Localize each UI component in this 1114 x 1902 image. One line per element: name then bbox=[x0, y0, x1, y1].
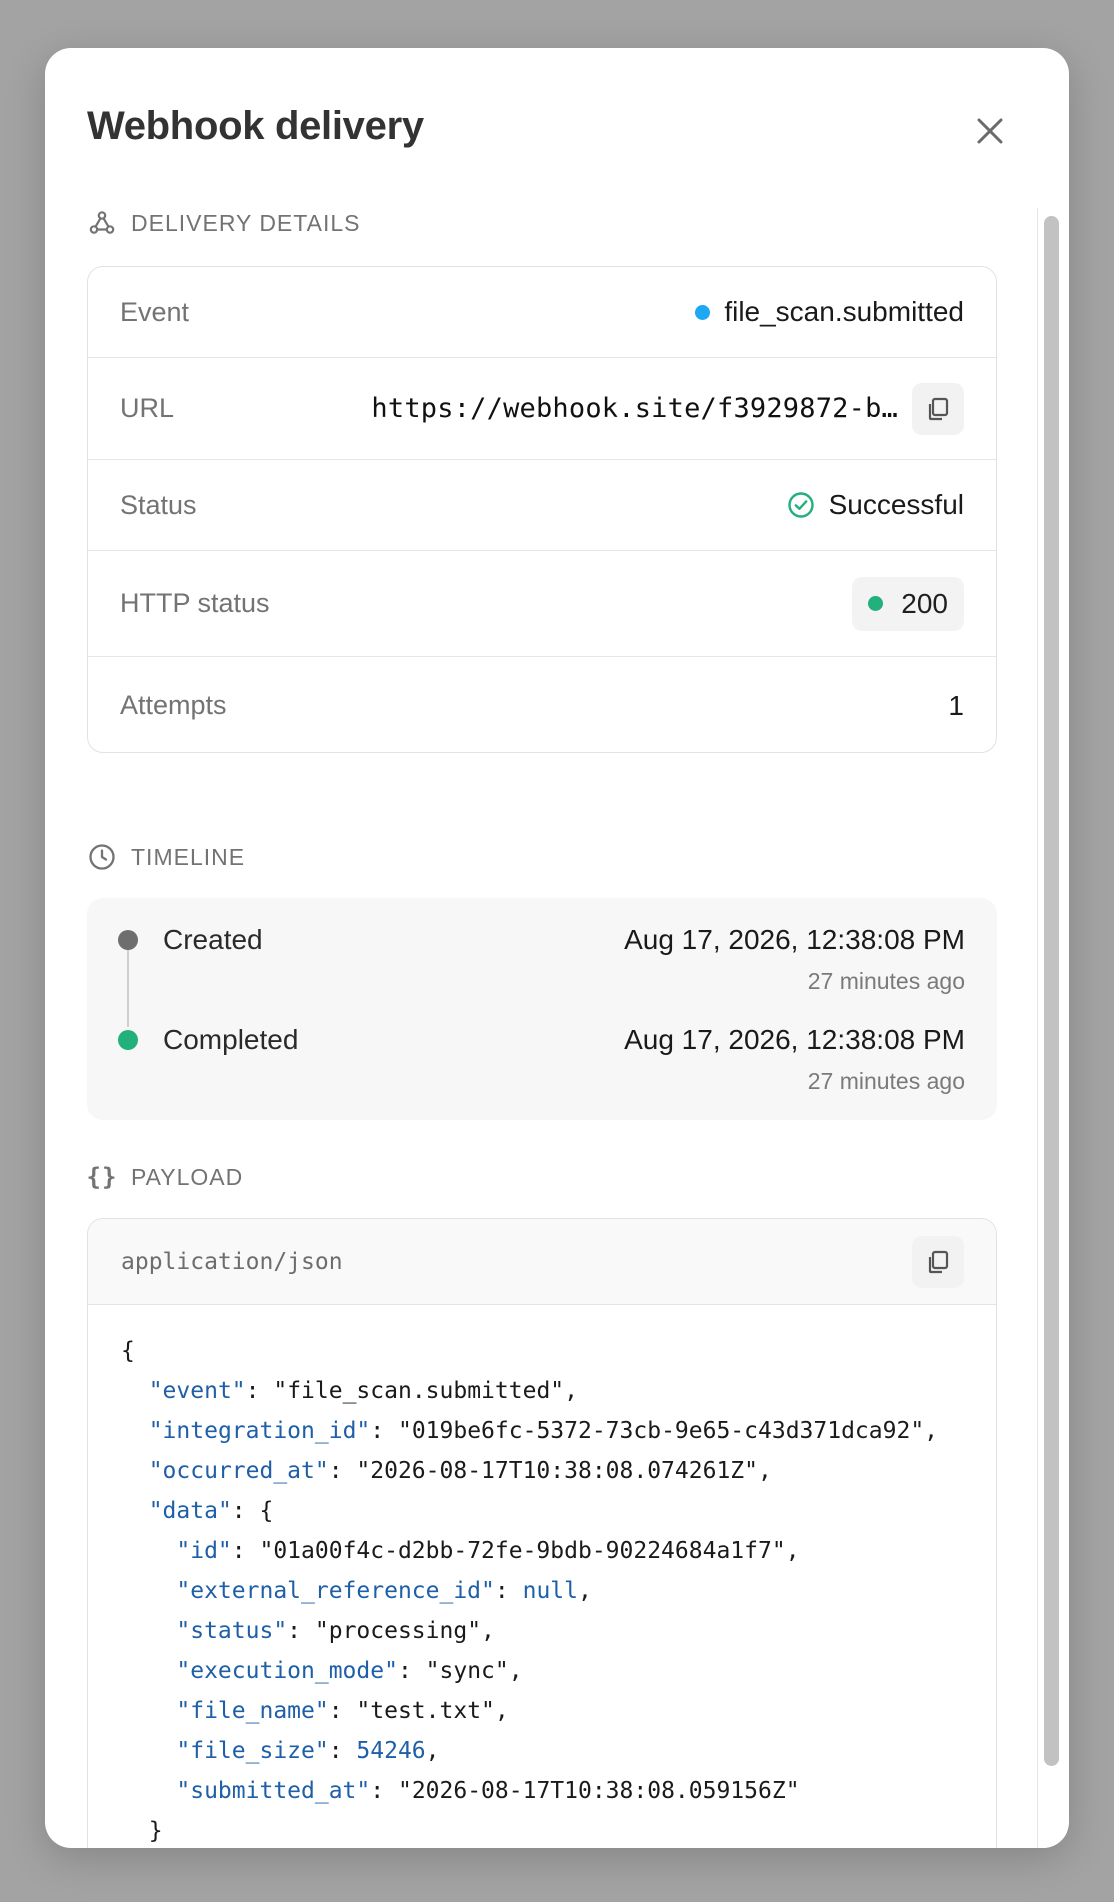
json-key: "external_reference_id" bbox=[176, 1578, 495, 1604]
url-text: https://webhook.site/f3929872-b… bbox=[371, 393, 898, 424]
json-key: "occurred_at" bbox=[148, 1458, 329, 1484]
json-brace: { bbox=[121, 1338, 135, 1364]
braces-icon: {} bbox=[86, 1163, 118, 1191]
delivery-details-card: Event file_scan.submitted URL https://we… bbox=[87, 266, 997, 753]
copy-icon bbox=[928, 397, 949, 420]
event-dot-icon bbox=[695, 304, 711, 320]
http-status-badge: 200 bbox=[852, 576, 964, 631]
json-value: "019be6fc-5372-73cb-9e65-c43d371dca92" bbox=[397, 1418, 925, 1444]
event-value: file_scan.submitted bbox=[695, 296, 964, 328]
clock-icon bbox=[87, 842, 117, 872]
url-value: https://webhook.site/f3929872-b… bbox=[371, 382, 964, 435]
webhook-delivery-modal: Webhook delivery DELIVERY DETAILS Event … bbox=[45, 48, 1069, 1848]
status-text: Successful bbox=[828, 489, 964, 520]
json-key: "submitted_at" bbox=[176, 1778, 371, 1804]
payload-json: { "event": "file_scan.submitted", "integ… bbox=[121, 1338, 939, 1844]
json-value: null bbox=[522, 1578, 578, 1604]
copy-url-button[interactable] bbox=[912, 382, 964, 435]
close-icon bbox=[977, 118, 1003, 144]
payload-toolbar: application/json bbox=[88, 1219, 996, 1305]
check-circle-icon bbox=[787, 492, 814, 518]
json-value: "2026-08-17T10:38:08.074261Z" bbox=[356, 1458, 758, 1484]
timeline-box: Created Aug 17, 2026, 12:38:08 PM 27 min… bbox=[87, 898, 997, 1120]
json-key: "status" bbox=[176, 1618, 288, 1644]
scrollbar-thumb[interactable] bbox=[1044, 216, 1059, 1766]
json-value: "test.txt" bbox=[356, 1698, 495, 1724]
detail-label: Status bbox=[120, 489, 197, 520]
payload-card: application/json { "event": "file_scan.s… bbox=[87, 1218, 997, 1848]
detail-row-event: Event file_scan.submitted bbox=[88, 267, 996, 358]
json-key: "data" bbox=[148, 1498, 232, 1524]
http-status-code: 200 bbox=[901, 587, 948, 619]
json-value: "01a00f4c-d2bb-72fe-9bdb-90224684a1f7" bbox=[259, 1538, 786, 1564]
json-key: "file_name" bbox=[176, 1698, 329, 1724]
json-value: 54246 bbox=[356, 1738, 426, 1764]
status-value: Successful bbox=[787, 489, 964, 521]
close-button[interactable] bbox=[965, 106, 1015, 156]
json-value: "2026-08-17T10:38:08.059156Z" bbox=[397, 1778, 800, 1804]
detail-row-attempts: Attempts 1 bbox=[88, 657, 996, 752]
status-dot-icon bbox=[868, 596, 884, 611]
timeline-relative: 27 minutes ago bbox=[807, 968, 965, 994]
json-brace: } bbox=[148, 1818, 163, 1844]
section-payload: {} PAYLOAD bbox=[87, 1160, 243, 1194]
timeline-label: Created bbox=[163, 924, 263, 955]
timeline-connector bbox=[127, 945, 129, 1027]
section-title: TIMELINE bbox=[131, 843, 246, 870]
detail-label: Attempts bbox=[120, 690, 227, 720]
json-value: "processing" bbox=[314, 1618, 482, 1644]
detail-row-status: Status Successful bbox=[88, 460, 996, 551]
copy-payload-button[interactable] bbox=[912, 1235, 964, 1288]
json-value: "sync" bbox=[425, 1658, 509, 1684]
timeline-relative: 27 minutes ago bbox=[807, 1068, 965, 1094]
detail-row-http-status: HTTP status 200 bbox=[88, 551, 996, 657]
webhook-icon bbox=[87, 208, 117, 238]
copy-icon bbox=[928, 1250, 949, 1273]
json-value: "file_scan.submitted" bbox=[273, 1378, 565, 1404]
created-dot-icon bbox=[118, 930, 138, 950]
json-key: "execution_mode" bbox=[176, 1658, 398, 1684]
json-key: "event" bbox=[148, 1378, 246, 1404]
detail-label: HTTP status bbox=[120, 588, 270, 618]
timeline-date: Aug 17, 2026, 12:38:08 PM bbox=[624, 1024, 965, 1055]
content-type-label: application/json bbox=[121, 1248, 343, 1275]
completed-dot-icon bbox=[118, 1030, 138, 1050]
json-brace: { bbox=[259, 1498, 274, 1524]
event-name: file_scan.submitted bbox=[724, 296, 964, 327]
timeline-date: Aug 17, 2026, 12:38:08 PM bbox=[624, 924, 965, 955]
detail-label: URL bbox=[120, 393, 175, 423]
section-timeline-head: TIMELINE bbox=[87, 840, 245, 874]
modal-header: Webhook delivery bbox=[45, 48, 1069, 208]
attempts-value: 1 bbox=[948, 689, 964, 721]
json-key: "file_size" bbox=[176, 1738, 329, 1764]
section-title: PAYLOAD bbox=[131, 1163, 244, 1190]
section-delivery-details: DELIVERY DETAILS bbox=[87, 206, 360, 240]
section-title: DELIVERY DETAILS bbox=[131, 209, 361, 236]
timeline-label: Completed bbox=[163, 1024, 299, 1055]
detail-label: Event bbox=[120, 296, 190, 327]
json-key: "integration_id" bbox=[148, 1418, 371, 1444]
json-key: "id" bbox=[176, 1538, 232, 1564]
detail-row-url: URL https://webhook.site/f3929872-b… bbox=[88, 358, 996, 460]
modal-title: Webhook delivery bbox=[87, 104, 424, 148]
